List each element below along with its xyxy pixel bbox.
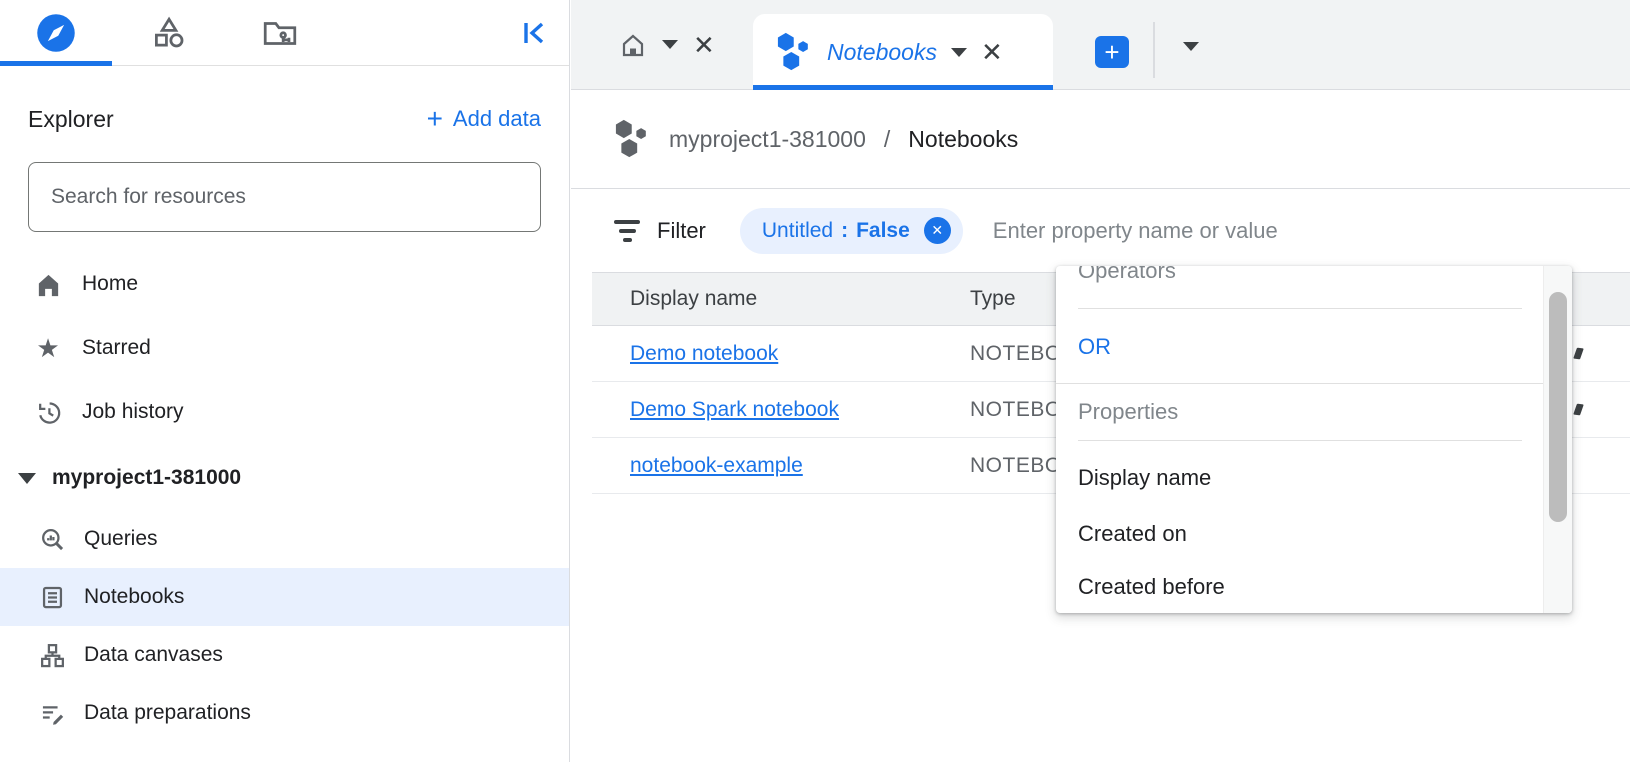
shapes-icon (149, 14, 187, 52)
sidebar-item-label: Data canvases (84, 643, 223, 667)
sidebar-item-label: Home (82, 272, 138, 296)
dropdown-divider (1078, 440, 1522, 441)
chevron-down-icon[interactable] (662, 40, 678, 49)
project-label: myproject1-381000 (52, 466, 241, 490)
notebook-link[interactable]: Demo notebook (630, 342, 778, 365)
sidebar-item-queries[interactable]: Queries (0, 510, 569, 568)
explorer-title: Explorer (28, 106, 114, 133)
sidebar-item-starred[interactable]: ★ Starred (0, 316, 569, 380)
dropdown-scrollbar-thumb[interactable] (1549, 292, 1567, 522)
breadcrumb-page: Notebooks (908, 126, 1018, 153)
dropdown-item-or[interactable]: OR (1078, 312, 1111, 382)
chip-separator: : (841, 219, 848, 243)
close-icon[interactable]: ✕ (693, 32, 715, 58)
dropdown-item-created-on[interactable]: Created on (1078, 506, 1187, 561)
add-data-label: Add data (453, 106, 541, 132)
new-tab-button[interactable]: + (1095, 36, 1129, 68)
breadcrumb-separator: / (884, 126, 890, 153)
hexagons-icon (613, 119, 651, 159)
sidebar-item-data-canvases[interactable]: Data canvases (0, 626, 569, 684)
tree-node-project[interactable]: myproject1-381000 (0, 446, 569, 510)
filter-input[interactable] (991, 217, 1421, 245)
add-data-button[interactable]: + Add data (427, 106, 541, 132)
dropdown-section-properties: Properties (1078, 383, 1178, 440)
home-outline-icon (619, 31, 647, 59)
folder-branch-icon (261, 14, 299, 52)
close-icon[interactable]: ✕ (981, 39, 1003, 65)
star-icon: ★ (34, 335, 62, 361)
notebook-link[interactable]: notebook-example (630, 454, 803, 477)
dropdown-item-display-name[interactable]: Display name (1078, 450, 1211, 506)
filter-suggestions-dropdown: Operators OR Properties Display name Cre… (1056, 266, 1572, 613)
tab-notebooks-active[interactable]: Notebooks ✕ (753, 14, 1053, 90)
tab-home[interactable]: ✕ (619, 31, 715, 59)
notebook-icon (38, 584, 66, 611)
compass-icon (36, 13, 76, 53)
filter-label[interactable]: Filter (657, 218, 706, 244)
query-icon (38, 526, 66, 553)
active-tab-indicator (0, 61, 112, 66)
sidebar-item-label: Job history (82, 400, 184, 424)
tab-label: Notebooks (827, 39, 937, 66)
search-input[interactable] (49, 184, 520, 210)
column-header-display-name: Display name (592, 287, 970, 311)
dropdown-scrollbar-track (1543, 266, 1572, 613)
notebook-link[interactable]: Demo Spark notebook (630, 398, 839, 421)
sidebar-item-label: Starred (82, 336, 151, 360)
filter-chip[interactable]: Untitled : False ✕ (740, 208, 963, 254)
sidebar-icon-tabs (0, 0, 569, 66)
history-icon (34, 399, 62, 426)
sidebar-item-data-preparations[interactable]: Data preparations (0, 684, 569, 742)
active-tab-underline (753, 85, 1053, 90)
filter-bar: Filter Untitled : False ✕ (571, 189, 1630, 272)
dropdown-item-created-before[interactable]: Created before (1078, 561, 1225, 613)
dropdown-section-operators: Operators (1078, 266, 1176, 284)
breadcrumb-project[interactable]: myproject1-381000 (669, 126, 866, 153)
chip-value: False (856, 219, 910, 243)
editor-tabstrip: ✕ Notebooks ✕ + (571, 0, 1630, 90)
sidebar-item-label: Queries (84, 527, 158, 551)
explorer-sidebar: Explorer + Add data Home ★ Starred (0, 0, 570, 762)
plus-icon: + (1104, 39, 1119, 65)
sidebar-item-home[interactable]: Home (0, 252, 569, 316)
caret-down-icon (18, 473, 36, 484)
tabstrip-divider (1153, 22, 1155, 78)
dropdown-divider (1078, 308, 1522, 309)
sidebar-nav: Home ★ Starred Job history myproject1-38… (0, 252, 569, 742)
chip-remove-icon[interactable]: ✕ (924, 217, 951, 244)
explorer-header: Explorer + Add data (0, 90, 569, 148)
collapse-left-icon (519, 17, 551, 49)
data-canvas-icon (38, 642, 66, 669)
main-content: ✕ Notebooks ✕ + (571, 0, 1630, 762)
clipped-cell-fragment (1573, 348, 1584, 360)
filter-icon (613, 220, 641, 242)
resource-search (28, 162, 541, 232)
hexagons-icon (775, 32, 813, 72)
tab-overflow-chevron-icon[interactable] (1183, 42, 1199, 51)
chevron-down-icon[interactable] (951, 48, 967, 57)
sidebar-item-job-history[interactable]: Job history (0, 380, 569, 444)
sidebar-item-label: Notebooks (84, 585, 184, 609)
collapse-sidebar-button[interactable] (519, 17, 551, 49)
clipped-cell-fragment (1573, 404, 1584, 416)
breadcrumb: myproject1-381000 / Notebooks (571, 90, 1630, 189)
plus-icon: + (427, 108, 443, 130)
home-icon (34, 271, 62, 298)
chip-property: Untitled (762, 219, 833, 243)
tab-explorer[interactable] (0, 0, 112, 65)
data-preparation-icon (38, 700, 66, 727)
sidebar-item-label: Data preparations (84, 701, 251, 725)
sidebar-item-notebooks[interactable]: Notebooks (0, 568, 569, 626)
tab-repositories[interactable] (224, 0, 336, 65)
tab-data-canvas[interactable] (112, 0, 224, 65)
